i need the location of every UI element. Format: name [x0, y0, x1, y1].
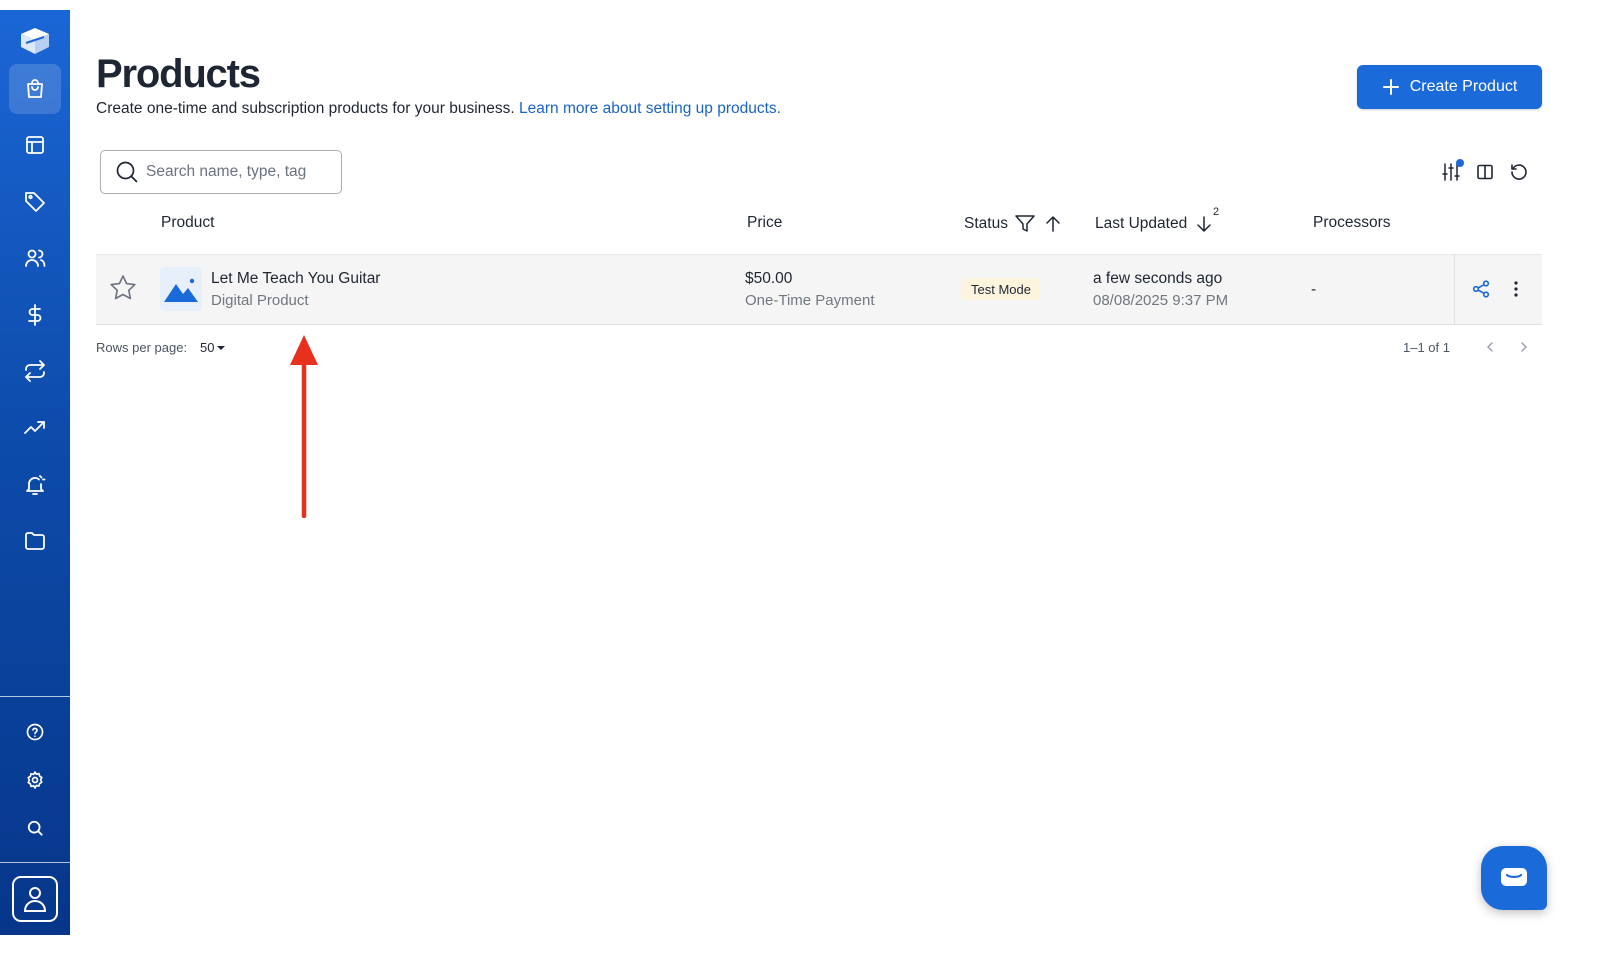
- settings-icon: [27, 771, 43, 789]
- column-header-status[interactable]: Status: [964, 214, 1064, 234]
- sidebar-divider: [0, 696, 70, 697]
- layout-icon: [26, 136, 44, 154]
- column-header-last-updated[interactable]: Last Updated: [1095, 214, 1215, 234]
- image-placeholder-icon: [164, 278, 198, 302]
- sidebar-item-products[interactable]: [9, 64, 61, 114]
- columns-icon: [1477, 164, 1493, 180]
- caret-down-icon: [217, 345, 226, 350]
- rows-per-page-value: 50: [200, 340, 215, 355]
- filter-icon[interactable]: [1014, 214, 1036, 234]
- more-options-button[interactable]: [1506, 279, 1526, 304]
- bell-icon: [26, 475, 46, 495]
- chat-button[interactable]: [1481, 846, 1547, 910]
- column-header-processors[interactable]: Processors: [1313, 214, 1391, 232]
- share-icon: [1472, 280, 1490, 298]
- profile-button[interactable]: [12, 876, 58, 922]
- favorite-button[interactable]: [108, 273, 138, 308]
- tag-icon: [25, 192, 45, 212]
- column-header-last-updated-label: Last Updated: [1095, 215, 1188, 232]
- learn-more-link[interactable]: Learn more about setting up products.: [519, 100, 781, 117]
- search-box: [100, 150, 342, 194]
- sidebar-item-payments[interactable]: [9, 290, 61, 340]
- rows-per-page-select[interactable]: 50: [200, 340, 226, 355]
- search-icon: [116, 161, 138, 183]
- annotation-arrow: [290, 335, 318, 518]
- chevron-left-icon: [1486, 342, 1493, 352]
- active-filter-dot: [1456, 159, 1464, 167]
- sidebar-item-layout[interactable]: [9, 120, 61, 170]
- sidebar-item-help[interactable]: [9, 707, 61, 757]
- payment-type: One-Time Payment: [745, 292, 875, 309]
- column-header-status-label: Status: [964, 215, 1008, 232]
- folder-icon: [25, 532, 45, 550]
- search-icon: [27, 820, 43, 836]
- column-header-processors-label: Processors: [1313, 214, 1391, 231]
- sidebar-item-files[interactable]: [9, 516, 61, 566]
- sidebar: [0, 10, 70, 935]
- sort-descending-icon[interactable]: [1193, 214, 1215, 234]
- create-product-label: Create Product: [1409, 78, 1518, 95]
- sidebar-item-notifications[interactable]: [9, 460, 61, 510]
- top-strip: [0, 0, 1600, 10]
- updated-relative: a few seconds ago: [1093, 270, 1223, 287]
- page-title: Products: [96, 52, 261, 96]
- sidebar-item-search[interactable]: [9, 803, 61, 853]
- bottom-strip: [0, 935, 1600, 953]
- repeat-icon: [25, 360, 45, 382]
- columns-button[interactable]: [1472, 159, 1498, 185]
- refresh-icon: [1511, 164, 1527, 180]
- next-page-button[interactable]: [1515, 338, 1533, 356]
- status-badge: Test Mode: [962, 278, 1040, 300]
- table-row[interactable]: [96, 254, 1542, 325]
- search-input[interactable]: [146, 163, 326, 181]
- processors-value: -: [1311, 281, 1317, 298]
- sort-ascending-icon[interactable]: [1042, 214, 1064, 234]
- users-icon: [25, 249, 46, 267]
- star-icon: [110, 275, 136, 300]
- column-header-price-label: Price: [747, 214, 783, 231]
- previous-page-button[interactable]: [1481, 338, 1499, 356]
- chevron-right-icon: [1521, 342, 1528, 352]
- trending-up-icon: [24, 421, 45, 434]
- chat-icon: [1501, 868, 1527, 886]
- sidebar-item-settings[interactable]: [9, 755, 61, 805]
- column-header-product-label: Product: [161, 214, 215, 231]
- product-price: $50.00: [745, 270, 793, 287]
- reset-button[interactable]: [1506, 159, 1532, 185]
- sidebar-item-customers[interactable]: [9, 233, 61, 283]
- shopping-bag-icon: [27, 79, 43, 98]
- logo-icon[interactable]: [16, 24, 54, 58]
- user-icon: [23, 887, 47, 912]
- column-header-price[interactable]: Price: [747, 214, 782, 232]
- help-icon: [26, 723, 44, 741]
- product-thumbnail: [160, 267, 202, 311]
- rows-per-page-label: Rows per page:: [96, 340, 188, 355]
- sidebar-item-analytics[interactable]: [9, 403, 61, 453]
- updated-date: 08/08/2025 9:37 PM: [1093, 292, 1229, 309]
- page-subtitle-text: Create one-time and subscription product…: [96, 100, 515, 117]
- share-button[interactable]: [1471, 279, 1491, 304]
- filter-settings-button[interactable]: [1438, 159, 1464, 185]
- page-subtitle: Create one-time and subscription product…: [96, 100, 781, 118]
- sort-order-badge: 2: [1213, 206, 1220, 218]
- plus-icon: [1382, 79, 1399, 95]
- sidebar-item-tags[interactable]: [9, 176, 61, 226]
- dollar-icon: [28, 304, 42, 326]
- column-header-product[interactable]: Product: [161, 214, 214, 232]
- pagination-range: 1–1 of 1: [1403, 340, 1450, 355]
- product-type: Digital Product: [211, 292, 309, 309]
- product-name[interactable]: Let Me Teach You Guitar: [211, 270, 380, 288]
- actions-divider: [1454, 255, 1455, 324]
- more-vertical-icon: [1514, 281, 1518, 297]
- create-product-button[interactable]: Create Product: [1357, 65, 1542, 109]
- sidebar-divider: [0, 862, 70, 863]
- sidebar-item-subscriptions[interactable]: [9, 346, 61, 396]
